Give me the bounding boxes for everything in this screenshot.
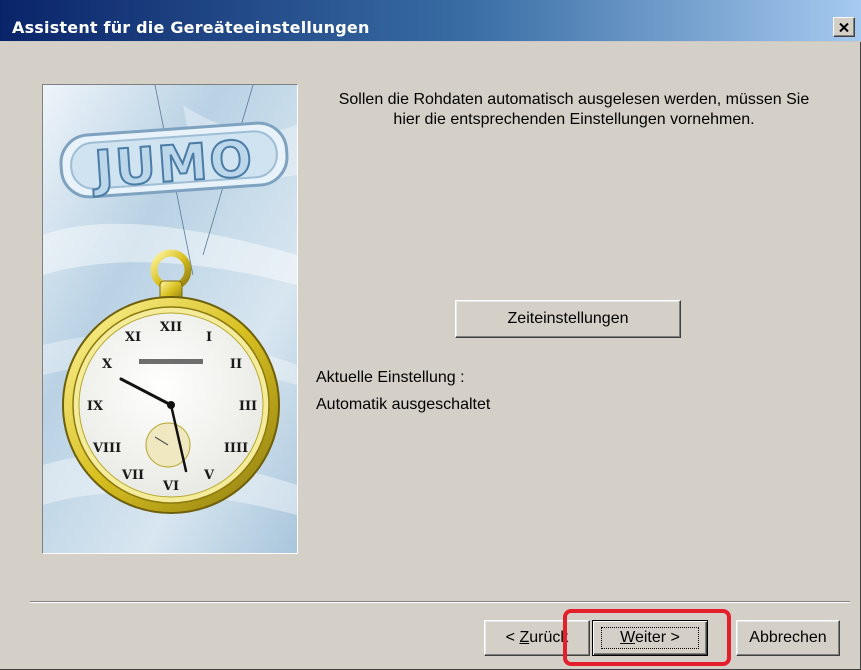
window-title: Assistent für die Gereäteeinstellungen	[12, 18, 370, 37]
current-setting-value: Automatik ausgeschaltet	[316, 396, 491, 413]
title-bar[interactable]: Assistent für die Gereäteeinstellungen	[0, 0, 861, 42]
svg-text:XI: XI	[125, 330, 141, 345]
time-settings-button[interactable]: Zeiteinstellungen	[455, 300, 681, 338]
back-button-label: < Zurück	[505, 629, 569, 646]
svg-text:IIII: IIII	[224, 441, 248, 456]
svg-text:VIII: VIII	[92, 441, 121, 456]
close-icon	[839, 22, 849, 32]
svg-text:III: III	[239, 399, 257, 414]
cancel-button-label: Abbrechen	[749, 629, 827, 646]
back-button[interactable]: < Zurück	[484, 620, 590, 656]
current-setting-label: Aktuelle Einstellung :	[316, 369, 465, 386]
time-settings-button-label: Zeiteinstellungen	[507, 310, 629, 327]
svg-text:IX: IX	[87, 399, 104, 414]
next-button[interactable]: Weiter >	[592, 620, 708, 656]
svg-text:V: V	[203, 468, 215, 483]
next-button-label: Weiter >	[601, 627, 699, 649]
jumo-logo-text: JUMO	[90, 129, 256, 198]
svg-text:VII: VII	[121, 468, 144, 483]
close-button[interactable]	[833, 17, 855, 37]
svg-text:X: X	[102, 357, 113, 372]
svg-text:XII: XII	[160, 320, 182, 335]
intro-text: Sollen die Rohdaten automatisch ausgeles…	[314, 90, 834, 130]
footer-separator	[30, 601, 850, 603]
svg-text:I: I	[206, 330, 212, 345]
intro-line-1: Sollen die Rohdaten automatisch ausgeles…	[338, 91, 810, 108]
wizard-window: Assistent für die Gereäteeinstellungen J…	[0, 0, 861, 670]
svg-text:VI: VI	[162, 479, 179, 494]
svg-text:II: II	[230, 357, 242, 372]
intro-line-2: hier die entsprechenden Einstellungen vo…	[393, 111, 755, 128]
wizard-side-image: JUMO XII I II III IIII V VI VII VIII IX …	[42, 84, 298, 554]
cancel-button[interactable]: Abbrechen	[736, 620, 840, 656]
